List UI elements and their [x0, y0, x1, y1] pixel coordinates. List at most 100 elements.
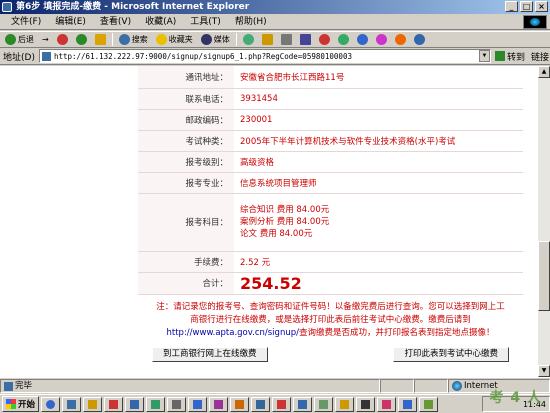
- media-label: 媒体: [213, 35, 230, 44]
- taskbar-app[interactable]: [251, 396, 271, 412]
- links-label[interactable]: 链接: [531, 50, 549, 63]
- favorites-button[interactable]: 收藏夹: [154, 32, 195, 47]
- row-value: 高级资格: [234, 151, 523, 173]
- scroll-thumb[interactable]: [538, 241, 550, 311]
- back-button[interactable]: 后退: [3, 32, 36, 47]
- windows-taskbar: 开始 11:44 考 4 人: [0, 390, 550, 413]
- registration-summary-table: 通讯地址： 安徽省合肥市长江西路11号 联系电话： 3931454 邮政编码： …: [138, 66, 523, 295]
- go-button[interactable]: 转到: [494, 50, 525, 63]
- history-button[interactable]: [241, 32, 256, 47]
- forward-label: →: [42, 35, 49, 44]
- app-icon: [193, 399, 203, 409]
- start-button[interactable]: 开始: [2, 396, 40, 412]
- status-bar: 完毕 Internet: [0, 377, 550, 394]
- maximize-button[interactable]: □: [520, 1, 533, 12]
- menu-file[interactable]: 文件(F): [4, 14, 48, 30]
- research-button[interactable]: [355, 32, 370, 47]
- notice-line: http://www.apta.gov.cn/signup/查询缴费是否成功，并…: [142, 327, 519, 340]
- app-icon: [256, 399, 266, 409]
- taskbar-app[interactable]: [419, 396, 439, 412]
- taskbar-app[interactable]: [398, 396, 418, 412]
- payment-form: 通讯地址： 安徽省合肥市长江西路11号 联系电话： 3931454 邮政编码： …: [138, 66, 523, 362]
- media-button[interactable]: 媒体: [199, 32, 232, 47]
- taskbar-app[interactable]: [356, 396, 376, 412]
- taskbar-app[interactable]: [335, 396, 355, 412]
- taskbar-app[interactable]: [188, 396, 208, 412]
- standard-toolbar: 后退 → 搜索 收藏夹 媒体: [0, 31, 550, 48]
- favorites-star-icon: [155, 34, 167, 45]
- desktop-icon: [67, 399, 77, 409]
- mail-button[interactable]: [260, 32, 275, 47]
- address-input[interactable]: http://61.132.222.97:9000/signup/signup6…: [38, 49, 491, 63]
- page-icon: [41, 51, 51, 61]
- table-row: 联系电话： 3931454: [138, 88, 523, 110]
- taskbar-app[interactable]: [125, 396, 145, 412]
- app-icon: [424, 399, 434, 409]
- window-titlebar: 第6步 填报完成-缴费 - Microsoft Internet Explore…: [0, 0, 550, 14]
- menu-view[interactable]: 查看(V): [93, 14, 138, 30]
- close-button[interactable]: ×: [535, 1, 548, 12]
- taskbar-app[interactable]: [146, 396, 166, 412]
- search-button[interactable]: 搜索: [117, 32, 150, 47]
- scroll-down-icon[interactable]: ▼: [538, 365, 550, 377]
- menu-help[interactable]: 帮助(H): [228, 14, 274, 30]
- discuss-button[interactable]: [317, 32, 332, 47]
- taskbar-app[interactable]: [314, 396, 334, 412]
- menu-tools[interactable]: 工具(T): [183, 14, 228, 30]
- fee-label: 手续费：: [138, 251, 234, 273]
- page-viewport: 通讯地址： 安徽省合肥市长江西路11号 联系电话： 3931454 邮政编码： …: [0, 66, 538, 377]
- taskbar-app[interactable]: [83, 396, 103, 412]
- row-label: 报考级别：: [138, 151, 234, 173]
- print-icon: [280, 34, 292, 45]
- app-icon: [361, 399, 371, 409]
- app-icon: [109, 399, 119, 409]
- vertical-scrollbar[interactable]: ▲ ▼: [538, 66, 550, 377]
- page-done-icon: [4, 381, 13, 391]
- edit-button[interactable]: [298, 32, 313, 47]
- plugin-button-1[interactable]: [374, 32, 389, 47]
- app-icon: [298, 399, 308, 409]
- stop-button[interactable]: [55, 32, 70, 47]
- query-url-link[interactable]: http://www.apta.gov.cn/signup/: [167, 328, 299, 338]
- address-label: 地址(D): [3, 52, 35, 63]
- table-row: 合计： 254.52: [138, 272, 523, 295]
- taskbar-app[interactable]: [209, 396, 229, 412]
- online-pay-button[interactable]: 到工商银行网上在线缴费: [152, 346, 268, 362]
- row-label: 邮政编码：: [138, 109, 234, 131]
- taskbar-app[interactable]: [377, 396, 397, 412]
- app-icon: [403, 399, 413, 409]
- app-icon: [235, 399, 245, 409]
- quicklaunch-desktop[interactable]: [62, 396, 82, 412]
- plugin-button-3[interactable]: [412, 32, 427, 47]
- taskbar-app[interactable]: [293, 396, 313, 412]
- history-icon: [242, 34, 254, 45]
- row-value: 230001: [234, 109, 523, 131]
- messenger-icon: [337, 34, 349, 45]
- row-value: 安徽省合肥市长江西路11号: [234, 66, 523, 89]
- print-pay-button[interactable]: 打印此表到考试中心缴费: [393, 346, 509, 362]
- menu-edit[interactable]: 编辑(E): [48, 14, 93, 30]
- address-url: http://61.132.222.97:9000/signup/signup6…: [53, 51, 352, 61]
- scroll-up-icon[interactable]: ▲: [538, 66, 550, 78]
- taskbar-app[interactable]: [230, 396, 250, 412]
- status-empty-cell: [380, 379, 414, 393]
- print-button[interactable]: [279, 32, 294, 47]
- quicklaunch-ie[interactable]: [41, 396, 61, 412]
- stop-icon: [56, 34, 68, 45]
- taskbar-app[interactable]: [272, 396, 292, 412]
- minimize-button[interactable]: _: [505, 1, 518, 12]
- app-icon: [172, 399, 182, 409]
- window-title: 第6步 填报完成-缴费 - Microsoft Internet Explore…: [16, 2, 250, 12]
- table-row: 通讯地址： 安徽省合肥市长江西路11号: [138, 66, 523, 89]
- refresh-button[interactable]: [74, 32, 89, 47]
- menu-favorites[interactable]: 收藏(A): [138, 14, 183, 30]
- table-row: 手续费： 2.52 元: [138, 251, 523, 273]
- plugin-button-2[interactable]: [393, 32, 408, 47]
- total-value: 254.52: [240, 273, 302, 293]
- messenger-button[interactable]: [336, 32, 351, 47]
- home-button[interactable]: [93, 32, 108, 47]
- taskbar-app[interactable]: [104, 396, 124, 412]
- forward-button[interactable]: →: [40, 32, 51, 47]
- address-dropdown-icon[interactable]: ▼: [478, 50, 490, 62]
- taskbar-app[interactable]: [167, 396, 187, 412]
